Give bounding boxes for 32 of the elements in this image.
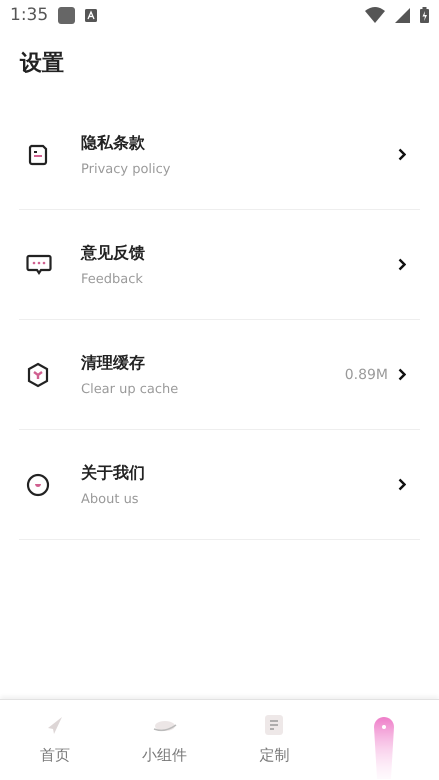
chevron-right-icon bbox=[398, 368, 406, 381]
chat-icon bbox=[26, 254, 52, 276]
chevron-right-icon bbox=[398, 148, 406, 161]
item-title: 清理缓存 bbox=[81, 352, 146, 374]
page-title: 设置 bbox=[20, 50, 65, 78]
battery-charging-icon bbox=[420, 7, 429, 23]
hexagon-icon bbox=[26, 362, 50, 388]
item-subtitle: About us bbox=[81, 492, 140, 506]
cache-size: 0.89M bbox=[344, 366, 388, 382]
signal-icon bbox=[395, 8, 410, 22]
chevron-right-icon bbox=[398, 258, 406, 271]
item-subtitle: Privacy policy bbox=[81, 162, 172, 176]
note-icon[interactable] bbox=[264, 714, 284, 736]
item-subtitle: Clear up cache bbox=[81, 382, 180, 396]
app-notification-icon bbox=[58, 6, 76, 24]
settings-item[interactable]: 隐私条款 Privacy policy bbox=[19, 100, 420, 210]
nav-tab[interactable]: 小组件 bbox=[110, 700, 220, 780]
item-title: 隐私条款 bbox=[81, 132, 146, 154]
item-subtitle: Feedback bbox=[81, 272, 144, 286]
settings-item[interactable]: 清理缓存 Clear up cache 0.89M bbox=[19, 320, 420, 430]
item-title: 关于我们 bbox=[81, 462, 146, 484]
chevron-right-icon bbox=[398, 478, 406, 491]
status-time: 1:35 bbox=[10, 5, 48, 25]
wifi-icon bbox=[365, 7, 385, 23]
smile-icon bbox=[26, 472, 50, 496]
nav-tab[interactable]: 首页 bbox=[0, 700, 110, 780]
settings-item[interactable]: 关于我们 About us bbox=[19, 430, 420, 540]
keyboard-notification-icon bbox=[85, 8, 98, 22]
settings-item[interactable]: 意见反馈 Feedback bbox=[19, 210, 420, 320]
item-title: 意见反馈 bbox=[81, 242, 146, 264]
document-icon bbox=[26, 142, 50, 166]
nav-tab[interactable]: 定制 bbox=[220, 700, 330, 780]
